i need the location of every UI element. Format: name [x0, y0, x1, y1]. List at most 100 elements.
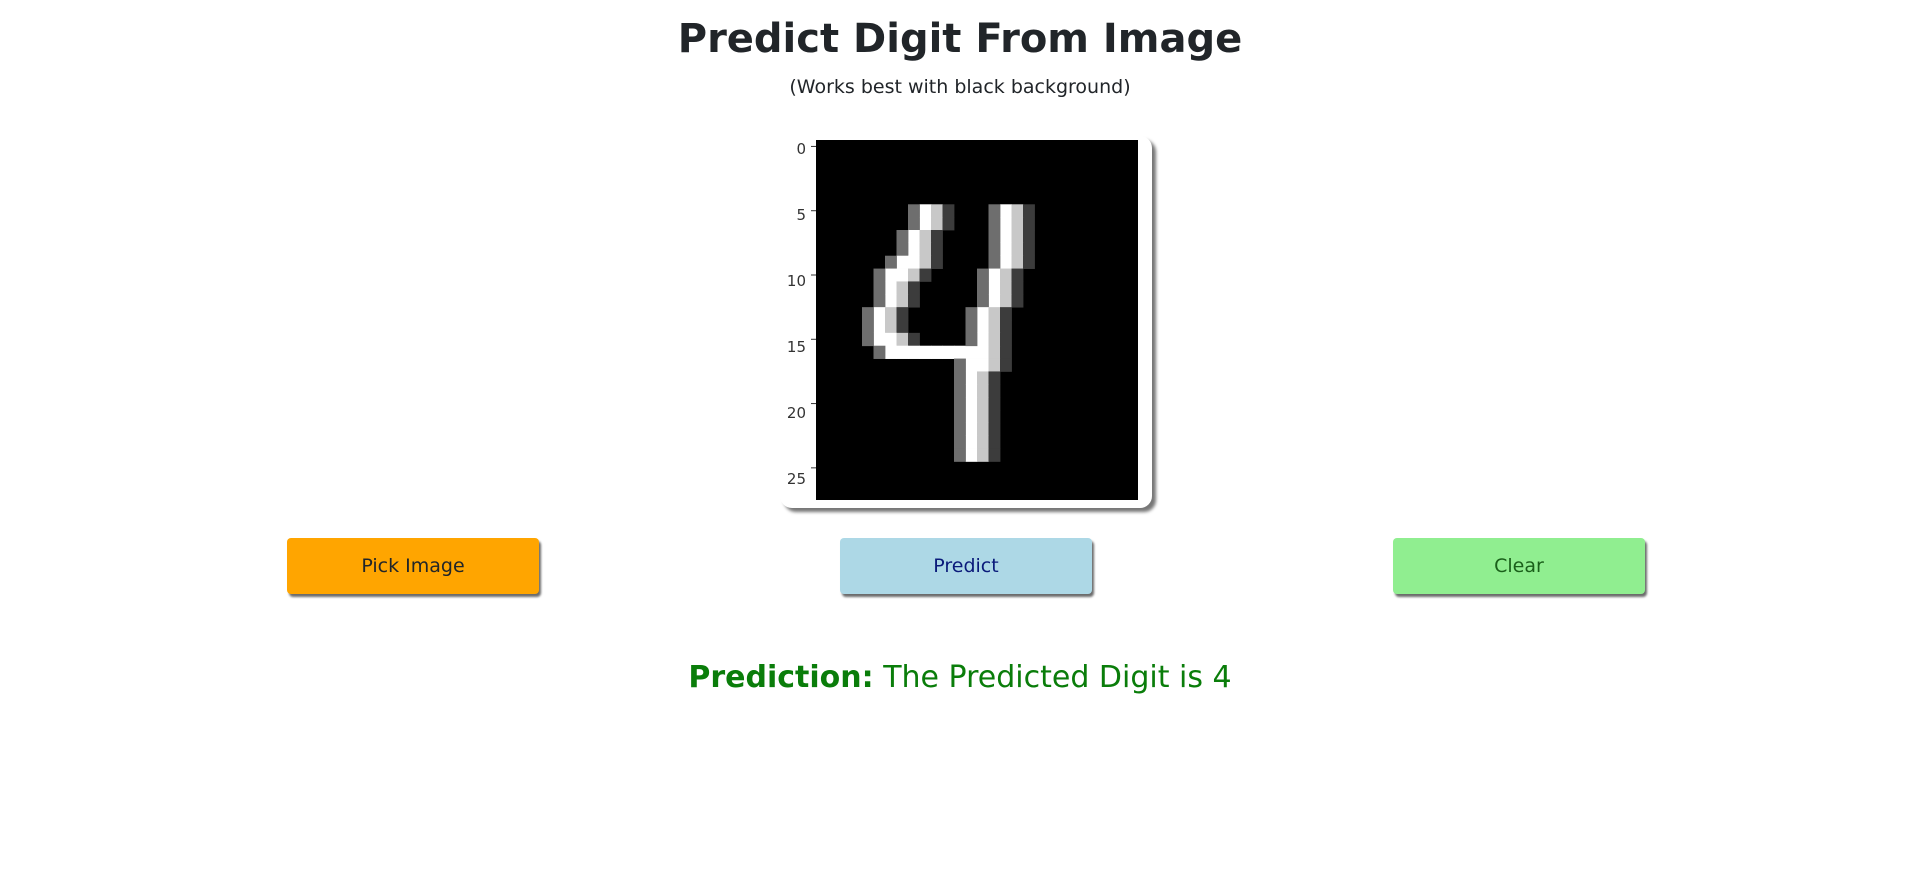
digit-pixel [896, 332, 909, 347]
digit-pixel [1000, 332, 1012, 347]
digit-pixel [942, 204, 955, 218]
digit-pixel [977, 320, 989, 334]
clear-button[interactable]: Clear [1393, 538, 1645, 594]
digit-pixel [977, 448, 989, 462]
digit-pixel [988, 332, 1001, 347]
digit-pixel [908, 242, 920, 257]
digit-pixel [1011, 281, 1024, 295]
digit-pixel [873, 332, 886, 347]
digit-pixel [954, 435, 966, 449]
digit-pixel [1000, 320, 1012, 334]
digit-pixel [988, 410, 1001, 424]
page-title: Predict Digit From Image [677, 16, 1243, 62]
digit-pixel [919, 242, 932, 257]
digit-pixel [988, 281, 1001, 295]
digit-pixel [896, 230, 909, 244]
digit-pixel [954, 448, 966, 462]
digit-pixel [885, 320, 897, 334]
digit-pixel [931, 204, 943, 218]
digit-pixel [965, 410, 978, 424]
digit-pixel [896, 255, 909, 269]
digit-pixel [942, 345, 955, 359]
digit-pixel [965, 371, 978, 385]
digit-pixel [873, 294, 886, 308]
digit-pixel [965, 435, 978, 449]
prediction-label: Prediction: [688, 660, 874, 695]
digit-pixel [988, 422, 1001, 437]
digit-pixel [977, 410, 989, 424]
digit-pixel [988, 358, 1001, 372]
digit-pixel [1000, 242, 1012, 257]
y-axis: 0 5 10 15 20 25 [787, 140, 816, 488]
digit-pixel [1011, 230, 1024, 244]
digit-pixel [977, 332, 989, 347]
digit-pixel [931, 242, 943, 257]
digit-pixel [919, 255, 932, 269]
digit-pixel [988, 435, 1001, 449]
digit-pixel [988, 345, 1001, 359]
y-tick-label: 0 [796, 140, 806, 158]
y-tick-label: 10 [787, 272, 806, 290]
page: Predict Digit From Image (Works best wit… [0, 0, 1920, 890]
digit-pixel [873, 281, 886, 295]
digit-pixel [954, 371, 966, 385]
digit-pixel [988, 294, 1001, 308]
digit-pixel [908, 294, 920, 308]
digit-pixel [908, 204, 920, 218]
digit-pixel [1000, 294, 1012, 308]
digit-pixel [1011, 255, 1024, 269]
digit-pixel [1000, 307, 1012, 321]
digit-pixel [1023, 217, 1035, 231]
digit-pixel [896, 320, 909, 334]
digit-pixel [908, 217, 920, 231]
digit-pixel [988, 255, 1001, 269]
image-preview-card: 0 5 10 15 20 25 [780, 136, 1152, 508]
page-subtitle: (Works best with black background) [789, 76, 1131, 98]
digit-pixel [965, 422, 978, 437]
digit-pixel [1023, 242, 1035, 257]
digit-pixel [977, 345, 989, 359]
digit-pixel [896, 345, 909, 359]
digit-pixel [908, 255, 920, 269]
digit-pixel [862, 307, 874, 321]
digit-pixel [931, 230, 943, 244]
digit-pixel [988, 242, 1001, 257]
digit-pixel [954, 410, 966, 424]
prediction-text: The Predicted Digit is 4 [883, 660, 1232, 695]
digit-pixel [873, 345, 886, 359]
digit-pixel [1023, 255, 1035, 269]
digit-pixel [896, 307, 909, 321]
digit-pixel [954, 384, 966, 398]
digit-pixel [977, 268, 989, 282]
digit-pixel [873, 307, 886, 321]
digit-pixel [977, 422, 989, 437]
prediction-result: Prediction: The Predicted Digit is 4 [0, 656, 1920, 700]
digit-pixel [873, 320, 886, 334]
digit-pixel [1023, 204, 1035, 218]
y-tick-label: 5 [796, 206, 806, 224]
digit-pixel [885, 294, 897, 308]
digit-pixel [988, 448, 1001, 462]
digit-pixel [988, 397, 1001, 411]
digit-pixel [1000, 230, 1012, 244]
digit-pixel [1000, 281, 1012, 295]
digit-pixel [954, 358, 966, 372]
digit-pixel [965, 345, 978, 359]
digit-pixel [965, 307, 978, 321]
digit-pixel [931, 255, 943, 269]
digit-pixel [988, 230, 1001, 244]
digit-pixel [931, 217, 943, 231]
digit-pixel [1023, 230, 1035, 244]
digit-pixel [988, 307, 1001, 321]
digit-pixel [896, 281, 909, 295]
y-tick-label: 20 [787, 404, 806, 422]
digit-pixel [977, 371, 989, 385]
digit-pixel [931, 345, 943, 359]
digit-pixel [954, 397, 966, 411]
predict-button[interactable]: Predict [840, 538, 1092, 594]
digit-pixel [919, 268, 932, 282]
digit-pixel [1011, 204, 1024, 218]
digit-pixel [977, 397, 989, 411]
pick-image-button[interactable]: Pick Image [287, 538, 539, 594]
digit-pixel [988, 268, 1001, 282]
